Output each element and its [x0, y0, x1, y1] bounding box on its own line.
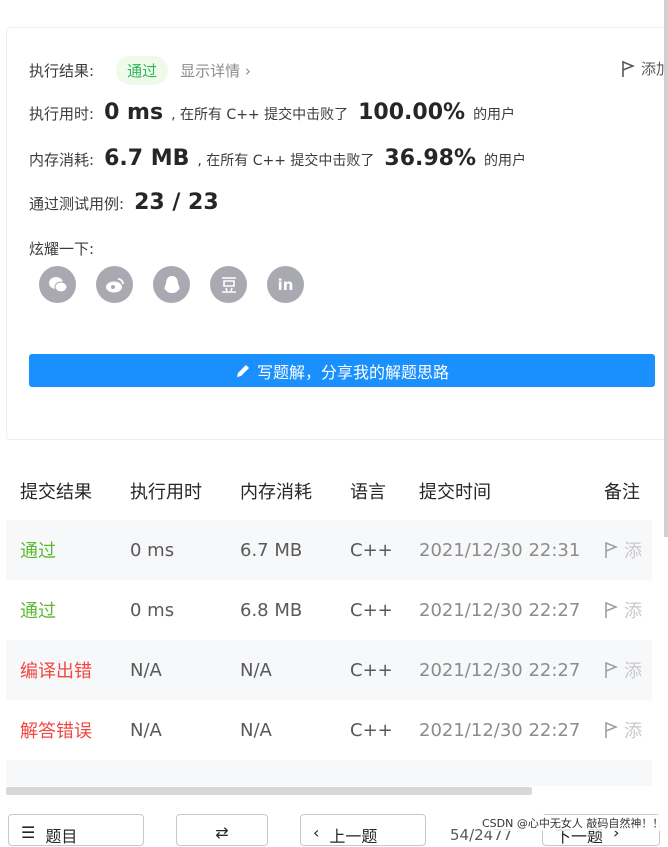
share-icons: in [39, 266, 304, 303]
memory-row: 内存消耗: 6.7 MB , 在所有 C++ 提交中击败了 36.98% 的用户 [29, 146, 526, 171]
header-runtime: 执行用时 [130, 481, 202, 503]
row-memory: 6.7 MB [240, 539, 303, 561]
horizontal-scrollbar[interactable] [6, 787, 532, 795]
row-add-note[interactable]: 添 [604, 657, 652, 683]
douban-icon[interactable] [210, 266, 247, 303]
runtime-percent: 100.00% [358, 100, 466, 125]
chevron-left-icon: ‹ [313, 823, 320, 842]
memory-label: 内存消耗: [29, 151, 95, 169]
share-row: 炫耀一下: [29, 238, 94, 259]
header-note: 备注 [604, 481, 640, 503]
row-language: C++ [350, 659, 393, 681]
row-language: C++ [350, 599, 393, 621]
submissions-table: 提交结果 执行用时 内存消耗 语言 提交时间 备注 通过 0 ms 6.7 MB… [6, 461, 652, 786]
runtime-text: , 在所有 C++ 提交中击败了 [171, 107, 349, 123]
row-submitted: 2021/12/30 22:31 [419, 539, 581, 561]
row-add-note[interactable]: 添 [604, 537, 652, 563]
table-body: 通过 0 ms 6.7 MB C++ 2021/12/30 22:31 添 通过… [6, 520, 652, 786]
problem-list-button[interactable]: ☰ 题目 [8, 814, 144, 846]
row-result[interactable]: 通过 [6, 537, 130, 563]
share-label: 炫耀一下: [29, 240, 95, 258]
row-runtime: N/A [130, 659, 162, 681]
header-language: 语言 [350, 481, 386, 503]
flag-icon [605, 662, 618, 678]
row-submitted: 2021/12/30 22:27 [419, 719, 581, 741]
row-submitted: 2021/12/30 22:27 [419, 659, 581, 681]
row-language: C++ [350, 719, 393, 741]
table-row[interactable]: 通过 0 ms 6.8 MB C++ 2021/12/30 22:27 添 [6, 580, 652, 640]
row-runtime: N/A [130, 719, 162, 741]
table-header: 提交结果 执行用时 内存消耗 语言 提交时间 备注 [6, 461, 652, 520]
memory-percent: 36.98% [384, 146, 477, 171]
linkedin-icon[interactable]: in [267, 266, 304, 303]
add-note-button[interactable]: 添加 [621, 58, 668, 79]
pencil-icon [236, 364, 249, 377]
flag-icon [622, 60, 635, 77]
memory-text: , 在所有 C++ 提交中击败了 [197, 153, 375, 169]
table-row[interactable]: 解答错误 N/A N/A C++ 2021/12/30 22:27 添 [6, 700, 652, 760]
row-memory: N/A [240, 719, 272, 741]
runtime-suffix: 的用户 [473, 107, 516, 123]
memory-suffix: 的用户 [484, 153, 527, 169]
runtime-row: 执行用时: 0 ms , 在所有 C++ 提交中击败了 100.00% 的用户 [29, 100, 515, 125]
header-submitted: 提交时间 [419, 481, 491, 503]
tests-label: 通过测试用例: [29, 195, 125, 213]
row-language: C++ [350, 539, 393, 561]
flag-icon [605, 722, 618, 738]
row-result[interactable]: 解答错误 [6, 717, 130, 743]
chevron-right-icon: › [244, 62, 251, 80]
tests-row: 通过测试用例: 23 / 23 [29, 190, 227, 215]
show-details-link[interactable]: 显示详情 › [180, 60, 251, 81]
table-row[interactable]: 通过 0 ms 6.7 MB C++ 2021/12/30 22:31 添 [6, 520, 652, 580]
runtime-value: 0 ms [104, 100, 164, 125]
memory-value: 6.7 MB [104, 146, 190, 171]
table-row[interactable]: 编译出错 N/A N/A C++ 2021/12/30 22:27 添 [6, 640, 652, 700]
row-result[interactable]: 通过 [6, 597, 130, 623]
row-submitted: 2021/12/30 22:27 [419, 599, 581, 621]
list-icon: ☰ [21, 823, 36, 842]
runtime-label: 执行用时: [29, 105, 95, 123]
prev-problem-button[interactable]: ‹ 上一题 [300, 814, 426, 846]
vertical-scrollbar[interactable] [664, 0, 668, 537]
table-row-partial [6, 760, 652, 786]
flag-icon [605, 542, 618, 558]
row-runtime: 0 ms [130, 599, 175, 621]
row-memory: N/A [240, 659, 272, 681]
write-solution-button[interactable]: 写题解，分享我的解题思路 [29, 354, 655, 387]
qq-icon[interactable] [153, 266, 190, 303]
submission-result-card: 执行结果: 通过 显示详情 › 添加 执行用时: 0 ms , 在所有 C++ … [6, 27, 668, 440]
row-add-note[interactable]: 添 [604, 597, 652, 623]
random-problem-button[interactable]: ⇄ [176, 814, 268, 846]
status-badge: 通过 [116, 56, 169, 85]
header-memory: 内存消耗 [240, 481, 312, 503]
weibo-icon[interactable] [96, 266, 133, 303]
watermark: CSDN @心中无女人 敲码自然神！！ [482, 815, 664, 831]
tests-value: 23 / 23 [134, 190, 219, 215]
result-row: 执行结果: 通过 显示详情 › [29, 56, 251, 85]
row-result[interactable]: 编译出错 [6, 657, 130, 683]
shuffle-icon: ⇄ [215, 823, 229, 842]
result-label: 执行结果: [29, 62, 95, 80]
header-result: 提交结果 [20, 481, 92, 503]
wechat-icon[interactable] [39, 266, 76, 303]
row-runtime: 0 ms [130, 539, 175, 561]
row-memory: 6.8 MB [240, 599, 303, 621]
row-add-note[interactable]: 添 [604, 717, 652, 743]
flag-icon [605, 602, 618, 618]
